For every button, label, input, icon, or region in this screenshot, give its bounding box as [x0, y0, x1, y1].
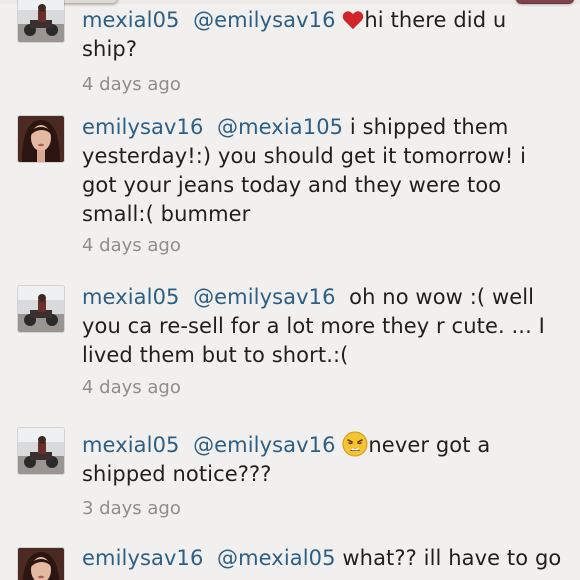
comment-timestamp: 4 days ago [82, 235, 181, 256]
action-button[interactable] [516, 0, 574, 4]
comment-body-line: got your jeans today and they were too [82, 173, 502, 197]
comment-mention[interactable]: @emilysav16 [193, 8, 336, 32]
comment-body-line: yesterday!:) you should get it tomorrow!… [82, 144, 527, 168]
comment-username[interactable]: emilysav16 [82, 546, 203, 570]
comment-text: mexial05 @emilysav16 oh no wow :( well y… [82, 283, 562, 370]
comment-body-line: you ca re-sell for a lot more they r cut… [82, 314, 545, 338]
avatar[interactable] [18, 548, 64, 580]
comment-body-line: small:( bummer [82, 202, 251, 226]
comment-body-line: lived them but to short.:( [82, 343, 349, 367]
comment-timestamp: 4 days ago [82, 74, 181, 95]
comment-mention[interactable]: @mexial05 [217, 546, 336, 570]
avatar[interactable] [18, 286, 64, 332]
comment-text: emilysav16 @mexia105 i shipped them yest… [82, 113, 562, 229]
comment-timestamp: 4 days ago [82, 377, 181, 398]
comment-text: mexial05 @emilysav16 never got a shipped… [82, 431, 562, 489]
comment-mention[interactable]: @emilysav16 [193, 433, 336, 457]
comment-username[interactable]: mexial05 [82, 433, 180, 457]
heart-icon [343, 11, 364, 30]
comment-body-line: oh no wow :( well [335, 285, 535, 309]
comment-body: never got a [368, 433, 491, 457]
comment-body-continued: ship? [82, 37, 138, 61]
motorcycle-avatar-icon [18, 286, 64, 332]
woman-avatar-icon [18, 116, 64, 162]
avatar[interactable] [18, 0, 64, 42]
comment-timestamp: 3 days ago [82, 498, 181, 519]
woman-avatar-icon [18, 548, 64, 580]
comment-username[interactable]: mexial05 [82, 285, 180, 309]
comment-username[interactable]: mexial05 [82, 8, 180, 32]
comment-username[interactable]: emilysav16 [82, 115, 203, 139]
comment-body-continued: shipped notice??? [82, 462, 272, 486]
comment-text: mexial05 @emilysav16 hi there did u ship… [82, 6, 562, 64]
comment-body: hi there did u [364, 8, 507, 32]
comment-text: emilysav16 @mexial05 what?? ill have to … [82, 544, 562, 573]
comment-body: what?? ill have to go [335, 546, 562, 570]
motorcycle-avatar-icon [18, 428, 64, 474]
comment-mention[interactable]: @emilysav16 [193, 285, 336, 309]
weary-face-icon [342, 431, 368, 457]
avatar[interactable] [18, 428, 64, 474]
comment-mention[interactable]: @mexia105 [217, 115, 343, 139]
motorcycle-avatar-icon [18, 0, 64, 42]
comment-body-line: i shipped them [343, 115, 509, 139]
avatar[interactable] [18, 116, 64, 162]
top-bar [0, 0, 580, 4]
